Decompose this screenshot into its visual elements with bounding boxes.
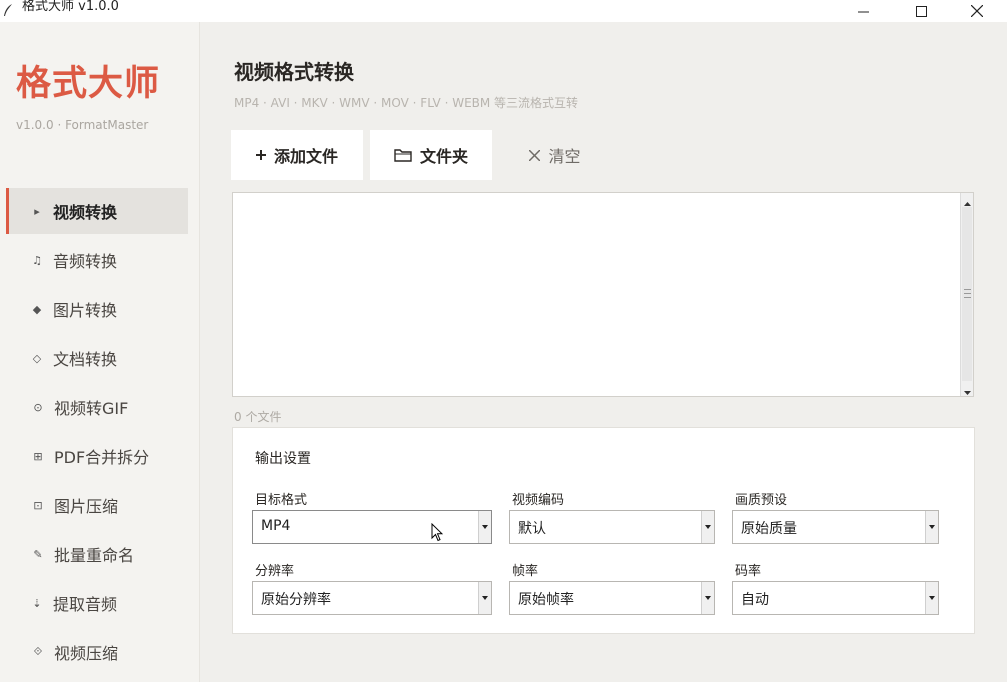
- codec-select[interactable]: 默认: [509, 510, 715, 544]
- clear-button[interactable]: 清空: [509, 130, 601, 180]
- chevron-down-icon: [925, 511, 938, 543]
- close-icon: [971, 5, 983, 17]
- scroll-down-arrow[interactable]: [961, 383, 973, 395]
- music-note-icon: ♫: [32, 253, 42, 267]
- quality-label: 画质预设: [735, 493, 788, 508]
- file-list-scrollbar[interactable]: [960, 193, 973, 396]
- close-icon: [529, 149, 541, 161]
- sidebar-item-label: 批量重命名: [54, 546, 135, 565]
- sidebar-item-label: PDF合并拆分: [54, 448, 150, 467]
- bitrate-select[interactable]: 自动: [732, 581, 939, 615]
- sidebar-item[interactable]: ⊡ 图片压缩: [6, 482, 188, 528]
- circle-dot-icon: ⊙: [33, 400, 43, 414]
- chevron-down-icon: [478, 582, 491, 614]
- resolution-select[interactable]: 原始分辨率: [252, 581, 492, 615]
- format-value: MP4: [261, 518, 291, 534]
- brand-subtitle: v1.0.0 · FormatMaster: [16, 118, 149, 132]
- brand-title: 格式大师: [16, 64, 161, 104]
- mouse-cursor: [431, 522, 444, 546]
- triangle-down-icon: [963, 380, 971, 399]
- quill-icon: [2, 2, 14, 16]
- squared-plus-icon: ⊞: [33, 449, 43, 463]
- framerate-select[interactable]: 原始帧率: [509, 581, 715, 615]
- sidebar-item[interactable]: ⇣ 提取音频: [6, 580, 188, 626]
- chevron-down-icon: [925, 582, 938, 614]
- sidebar-item[interactable]: ◇ 文档转换: [6, 335, 188, 381]
- page-title: 视频格式转换: [234, 60, 354, 84]
- folder-button[interactable]: 文件夹: [370, 130, 492, 180]
- window-title: 格式大师 v1.0.0: [22, 0, 119, 14]
- chevron-down-icon: [478, 511, 491, 543]
- close-button[interactable]: [954, 0, 1000, 22]
- page-subtitle: MP4 · AVI · MKV · WMV · MOV · FLV · WEBM…: [234, 96, 579, 110]
- clear-label: 清空: [548, 147, 581, 166]
- format-select[interactable]: MP4: [252, 510, 492, 544]
- diamond-dot-icon: ⟐: [33, 645, 43, 658]
- framerate-label: 帧率: [512, 564, 539, 579]
- resolution-value: 原始分辨率: [261, 592, 331, 608]
- sidebar-item[interactable]: ⊙ 视频转GIF: [6, 384, 188, 430]
- maximize-icon: [915, 5, 927, 17]
- sidebar-item-label: 图片转换: [53, 301, 118, 320]
- grip-icon: [964, 289, 971, 298]
- codec-value: 默认: [518, 521, 546, 537]
- scroll-up-arrow[interactable]: [961, 194, 973, 206]
- arrow-down-icon: ⇣: [32, 596, 42, 610]
- file-list[interactable]: [232, 192, 974, 397]
- chevron-down-icon: [701, 582, 714, 614]
- scroll-thumb[interactable]: [962, 207, 972, 381]
- sidebar-item-label: 视频转GIF: [54, 399, 129, 418]
- folder-label: 文件夹: [419, 147, 468, 166]
- quality-value: 原始质量: [741, 521, 797, 537]
- sidebar-item-label: 提取音频: [53, 595, 118, 614]
- sidebar-item[interactable]: ▸ 视频转换: [6, 188, 188, 234]
- resolution-label: 分辨率: [255, 564, 295, 579]
- chevron-down-icon: [701, 511, 714, 543]
- plus-icon: [255, 150, 266, 160]
- settings-title: 输出设置: [255, 451, 311, 467]
- minimize-icon: [857, 6, 869, 17]
- squared-dot-icon: ⊡: [33, 498, 43, 512]
- sidebar: 格式大师 v1.0.0 · FormatMaster ▸ 视频转换 ♫ 音频转换 ◆ 图片…: [0, 22, 200, 682]
- sidebar-item-label: 视频压缩: [54, 644, 119, 663]
- triangle-right-icon: ▸: [34, 204, 40, 218]
- diamond-outline-icon: ◇: [32, 351, 42, 365]
- framerate-value: 原始帧率: [518, 592, 574, 608]
- sidebar-item[interactable]: ♫ 音频转换: [6, 237, 188, 283]
- folder-icon: [394, 148, 412, 162]
- sidebar-item[interactable]: ⊞ PDF合并拆分: [6, 433, 188, 479]
- pencil-icon: ✎: [33, 547, 43, 561]
- maximize-button[interactable]: [898, 0, 944, 22]
- sidebar-item[interactable]: ⟐ 视频压缩: [6, 629, 188, 675]
- format-label: 目标格式: [255, 493, 308, 508]
- bitrate-value: 自动: [741, 592, 769, 608]
- add-file-label: 添加文件: [273, 147, 338, 166]
- minimize-button[interactable]: [840, 0, 886, 22]
- sidebar-item-label: 图片压缩: [54, 497, 119, 516]
- main-panel: 视频格式转换 MP4 · AVI · MKV · WMV · MOV · FLV…: [201, 22, 1007, 682]
- diamond-icon: ◆: [32, 302, 42, 316]
- sidebar-item-label: 文档转换: [53, 350, 118, 369]
- sidebar-item-label: 音频转换: [53, 252, 118, 271]
- bitrate-label: 码率: [735, 564, 762, 579]
- codec-label: 视频编码: [512, 493, 565, 508]
- output-settings-panel: 输出设置 目标格式 MP4 视频编码 默认 画质预设 原始质量 分辨率 原始分辨…: [232, 427, 975, 634]
- sidebar-item[interactable]: ✎ 批量重命名: [6, 531, 188, 577]
- title-bar: 格式大师 v1.0.0: [0, 0, 1007, 22]
- sidebar-item[interactable]: ◆ 图片转换: [6, 286, 188, 332]
- file-count: 0 个文件: [234, 410, 282, 424]
- add-file-button[interactable]: 添加文件: [231, 130, 363, 180]
- sidebar-nav: ▸ 视频转换 ♫ 音频转换 ◆ 图片转换 ◇ 文档转换 ⊙ 视频转GIF ⊞ PDF合并拆分 ⊡ 图片压缩…: [6, 188, 188, 678]
- quality-select[interactable]: 原始质量: [732, 510, 939, 544]
- sidebar-item-label: 视频转换: [53, 203, 118, 222]
